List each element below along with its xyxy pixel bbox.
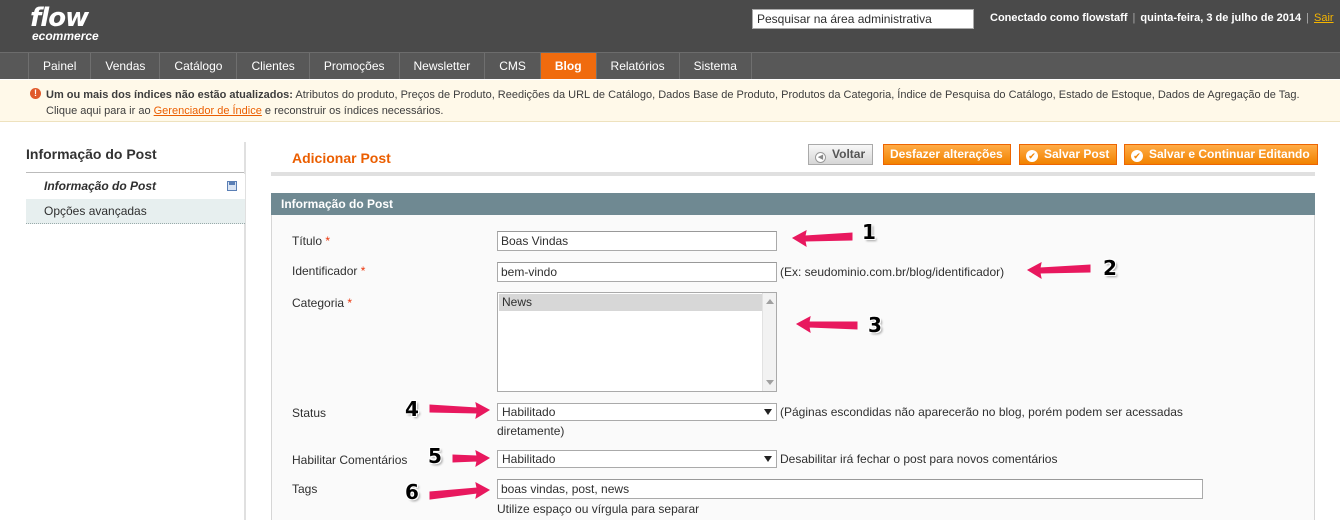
- identifier-input[interactable]: bem-vindo: [497, 262, 777, 282]
- logo-subtext: ecommerce: [32, 29, 99, 43]
- logo-text: flow: [30, 3, 89, 33]
- annotation-number-1: 1: [862, 220, 876, 244]
- sidebar-divider: [26, 172, 245, 173]
- annotation-number-6: 6: [405, 480, 419, 504]
- nav-item-newsletter[interactable]: Newsletter: [399, 53, 486, 79]
- reset-button[interactable]: Desfazer alterações: [883, 144, 1011, 165]
- status-select-value: Habilitado: [502, 405, 556, 419]
- check-icon: ✔: [1131, 150, 1143, 162]
- category-scrollbar[interactable]: [762, 293, 776, 391]
- nav-item-painel[interactable]: Painel: [29, 53, 92, 79]
- annotation-number-3: 3: [868, 313, 882, 337]
- fieldset-title: Informação do Post: [271, 193, 1315, 215]
- index-manager-link[interactable]: Gerenciador de Índice: [154, 105, 262, 117]
- nav-item-cms[interactable]: CMS: [485, 53, 541, 79]
- warning-icon: !: [30, 88, 41, 99]
- back-arrow-icon: ◀: [815, 152, 826, 163]
- title-input[interactable]: Boas Vindas: [497, 231, 777, 251]
- tags-label: Tags: [292, 482, 318, 496]
- tags-note: Utilize espaço ou vírgula para separar: [497, 502, 700, 516]
- category-option-news[interactable]: News: [499, 294, 762, 311]
- annotation-number-2: 2: [1103, 256, 1117, 280]
- identifier-label: Identificador *: [292, 264, 366, 278]
- title-label: Título *: [292, 234, 331, 248]
- nav-item-blog[interactable]: Blog: [540, 53, 597, 79]
- status-label: Status: [292, 406, 327, 420]
- category-label: Categoria *: [292, 296, 353, 310]
- nav-item-relatorios[interactable]: Relatórios: [596, 53, 680, 79]
- admin-header: flow ecommerce Pesquisar na área adminis…: [0, 0, 1340, 52]
- notice-message: Um ou mais dos índices não estão atualiz…: [46, 87, 1326, 119]
- tab-advanced-options[interactable]: Opções avançadas: [26, 199, 245, 224]
- page-title: Adicionar Post: [292, 150, 391, 166]
- status-select[interactable]: Habilitado: [497, 403, 777, 421]
- back-button[interactable]: ◀ Voltar: [808, 144, 874, 165]
- comments-select[interactable]: Habilitado: [497, 450, 777, 468]
- annotation-number-5: 5: [428, 444, 442, 468]
- notice-bold: Um ou mais dos índices não estão atualiz…: [46, 89, 293, 101]
- comments-note: Desabilitar irá fechar o post para novos…: [780, 452, 1058, 466]
- notice-line2-prefix: Clique aqui para ir ao: [46, 105, 154, 117]
- changed-icon: [227, 181, 237, 191]
- tags-input[interactable]: boas vindas, post, news: [497, 479, 1203, 499]
- save-post-button[interactable]: ✔ Salvar Post: [1019, 144, 1118, 165]
- content-header-divider: [271, 172, 1315, 176]
- index-notice: ! Um ou mais dos índices não estão atual…: [0, 80, 1340, 122]
- tab-post-info-label: Informação do Post: [44, 179, 157, 193]
- save-post-label: Salvar Post: [1044, 147, 1110, 161]
- save-continue-button[interactable]: ✔ Salvar e Continuar Editando: [1124, 144, 1318, 165]
- flow-ecommerce-logo[interactable]: flow ecommerce: [30, 3, 99, 43]
- status-note-line1: (Páginas escondidas não aparecerão no bl…: [780, 405, 1183, 419]
- save-continue-label: Salvar e Continuar Editando: [1149, 147, 1310, 161]
- comments-label: Habilitar Comentários: [292, 453, 408, 467]
- nav-item-clientes[interactable]: Clientes: [237, 53, 310, 79]
- chevron-down-icon: [764, 456, 772, 462]
- current-date-text: quinta-feira, 3 de julho de 2014: [1140, 12, 1302, 24]
- notice-line2-suffix: e reconstruir os índices necessários.: [261, 105, 444, 117]
- fieldset-body: [271, 215, 1315, 520]
- comments-select-value: Habilitado: [502, 452, 556, 466]
- identifier-note: (Ex: seudominio.com.br/blog/identificado…: [780, 265, 1005, 279]
- tab-post-info[interactable]: Informação do Post: [26, 174, 245, 199]
- sidebar-title: Informação do Post: [26, 146, 157, 162]
- annotation-number-4: 4: [405, 397, 419, 421]
- back-button-label: Voltar: [832, 147, 866, 161]
- notice-text: Atributos do produto, Preços de Produto,…: [292, 89, 1300, 101]
- category-multiselect[interactable]: News: [497, 292, 777, 392]
- chevron-down-icon: [764, 409, 772, 415]
- nav-item-vendas[interactable]: Vendas: [91, 53, 161, 79]
- admin-search-input[interactable]: Pesquisar na área administrativa: [752, 9, 974, 29]
- nav-item-sistema[interactable]: Sistema: [679, 53, 752, 79]
- header-user-info: Conectado como flowstaff | quinta-feira, 3…: [990, 12, 1334, 24]
- logout-link[interactable]: Sair: [1314, 12, 1334, 24]
- logged-user-text: Conectado como flowstaff: [990, 12, 1128, 24]
- check-icon: ✔: [1026, 150, 1038, 162]
- main-nav: Painel Vendas Catálogo Clientes Promoçõe…: [0, 52, 1340, 79]
- nav-item-catalogo[interactable]: Catálogo: [160, 53, 238, 79]
- nav-item-promocoes[interactable]: Promoções: [309, 53, 400, 79]
- status-note-line2: diretamente): [497, 424, 565, 438]
